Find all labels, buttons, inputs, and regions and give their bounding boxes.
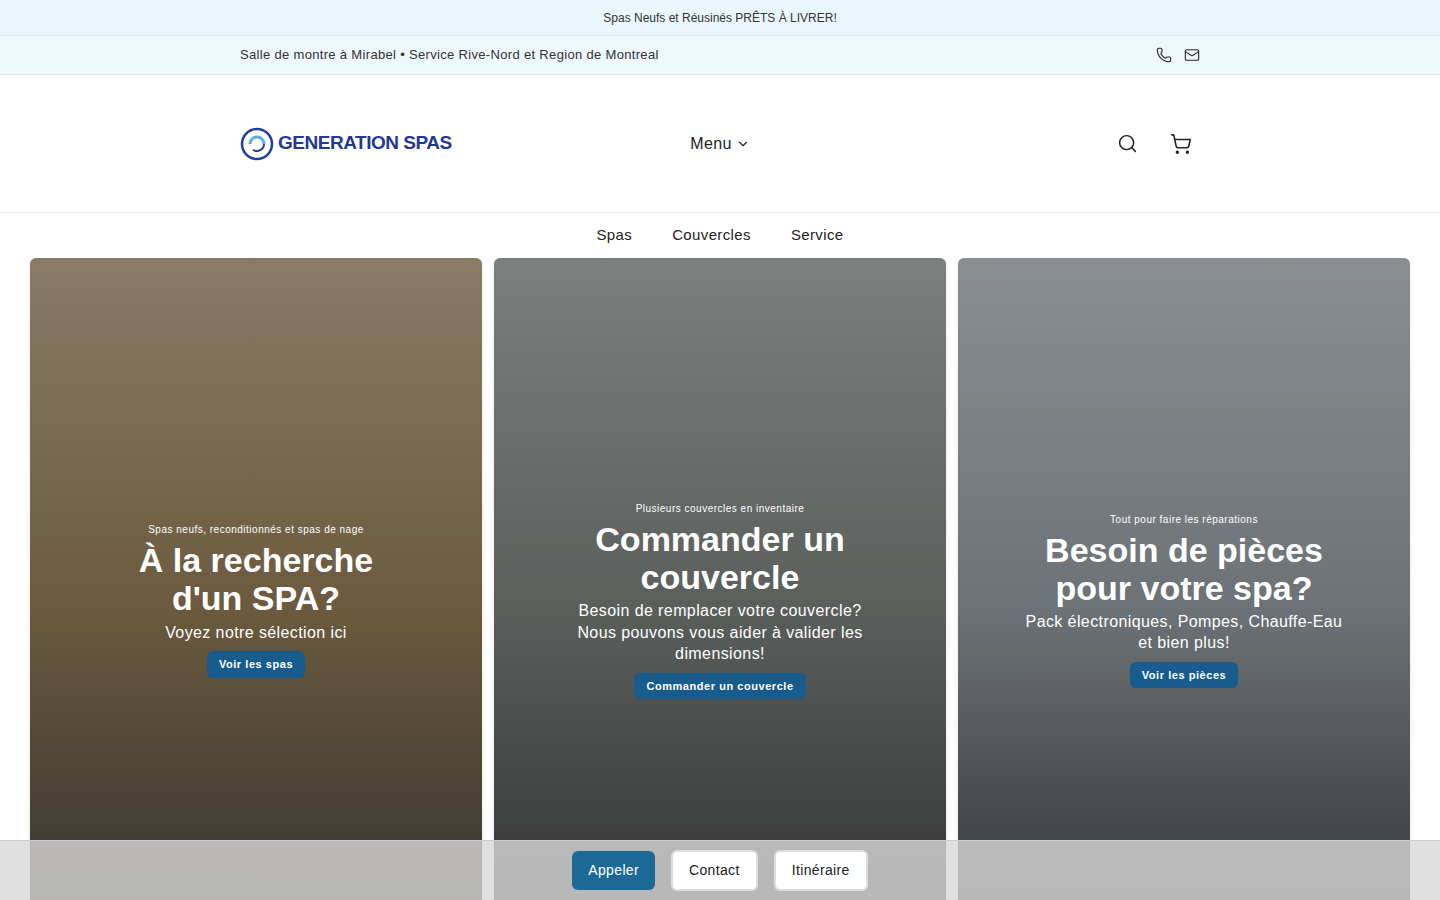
promo-card[interactable]: Tout pour faire les réparations Besoin de… (958, 258, 1410, 900)
menu-button[interactable]: Menu (690, 132, 750, 156)
info-bar: Salle de montre à Mirabel • Service Rive… (0, 35, 1440, 75)
announcement-bar: Spas Neufs et Réusinés PRÊTS À LIVRER! (0, 0, 1440, 35)
card-subtitle: Pack électroniques, Pompes, Chauffe-Eau … (1022, 611, 1346, 654)
card-subtitle: Voyez notre sélection ici (165, 622, 347, 644)
promo-card[interactable]: Spas neufs, reconditionnés et spas de na… (30, 258, 482, 900)
page: Spas Neufs et Réusinés PRÊTS À LIVRER! Sa… (0, 0, 1440, 900)
action-bar: Appeler Contact Itinéraire (0, 840, 1440, 900)
card-button[interactable]: Voir les pièces (1130, 662, 1238, 689)
card-subtitle: Besoin de remplacer votre couvercle? Nou… (558, 600, 882, 665)
card-title: Besoin de pièces pour votre spa? (1022, 531, 1346, 607)
logo-swirl-icon (240, 127, 274, 161)
card-eyebrow: Spas neufs, reconditionnés et spas de na… (148, 522, 364, 537)
phone-icon[interactable] (1156, 47, 1172, 63)
nav-link[interactable]: Spas (596, 224, 632, 247)
search-icon[interactable] (1117, 133, 1138, 154)
mail-icon[interactable] (1184, 47, 1200, 63)
action-button[interactable]: Appeler (572, 851, 655, 890)
card-button[interactable]: Commander un couvercle (634, 673, 805, 700)
card-title: À la recherche d'un SPA? (94, 541, 418, 617)
card-button[interactable]: Voir les spas (207, 651, 305, 678)
info-text: Salle de montre à Mirabel • Service Rive… (240, 45, 659, 65)
nav-link[interactable]: Service (791, 224, 844, 247)
nav-link[interactable]: Couvercles (672, 224, 751, 247)
card-eyebrow: Tout pour faire les réparations (1110, 512, 1258, 527)
card-title: Commander un couvercle (558, 520, 882, 596)
chevron-down-icon (736, 137, 750, 151)
action-button[interactable]: Contact (671, 850, 758, 891)
action-button[interactable]: Itinéraire (774, 850, 868, 891)
cards-row: Spas neufs, reconditionnés et spas de na… (0, 258, 1440, 900)
header: GENERATION SPAS Menu (0, 75, 1440, 213)
cart-icon[interactable] (1170, 133, 1192, 155)
card-eyebrow: Plusieurs couvercles en inventaire (636, 501, 805, 516)
logo[interactable]: GENERATION SPAS (240, 127, 540, 161)
logo-text: GENERATION SPAS (278, 129, 452, 158)
promo-card[interactable]: Plusieurs couvercles en inventaire Comman… (494, 258, 946, 900)
main-nav: Spas Couvercles Service (0, 213, 1440, 258)
